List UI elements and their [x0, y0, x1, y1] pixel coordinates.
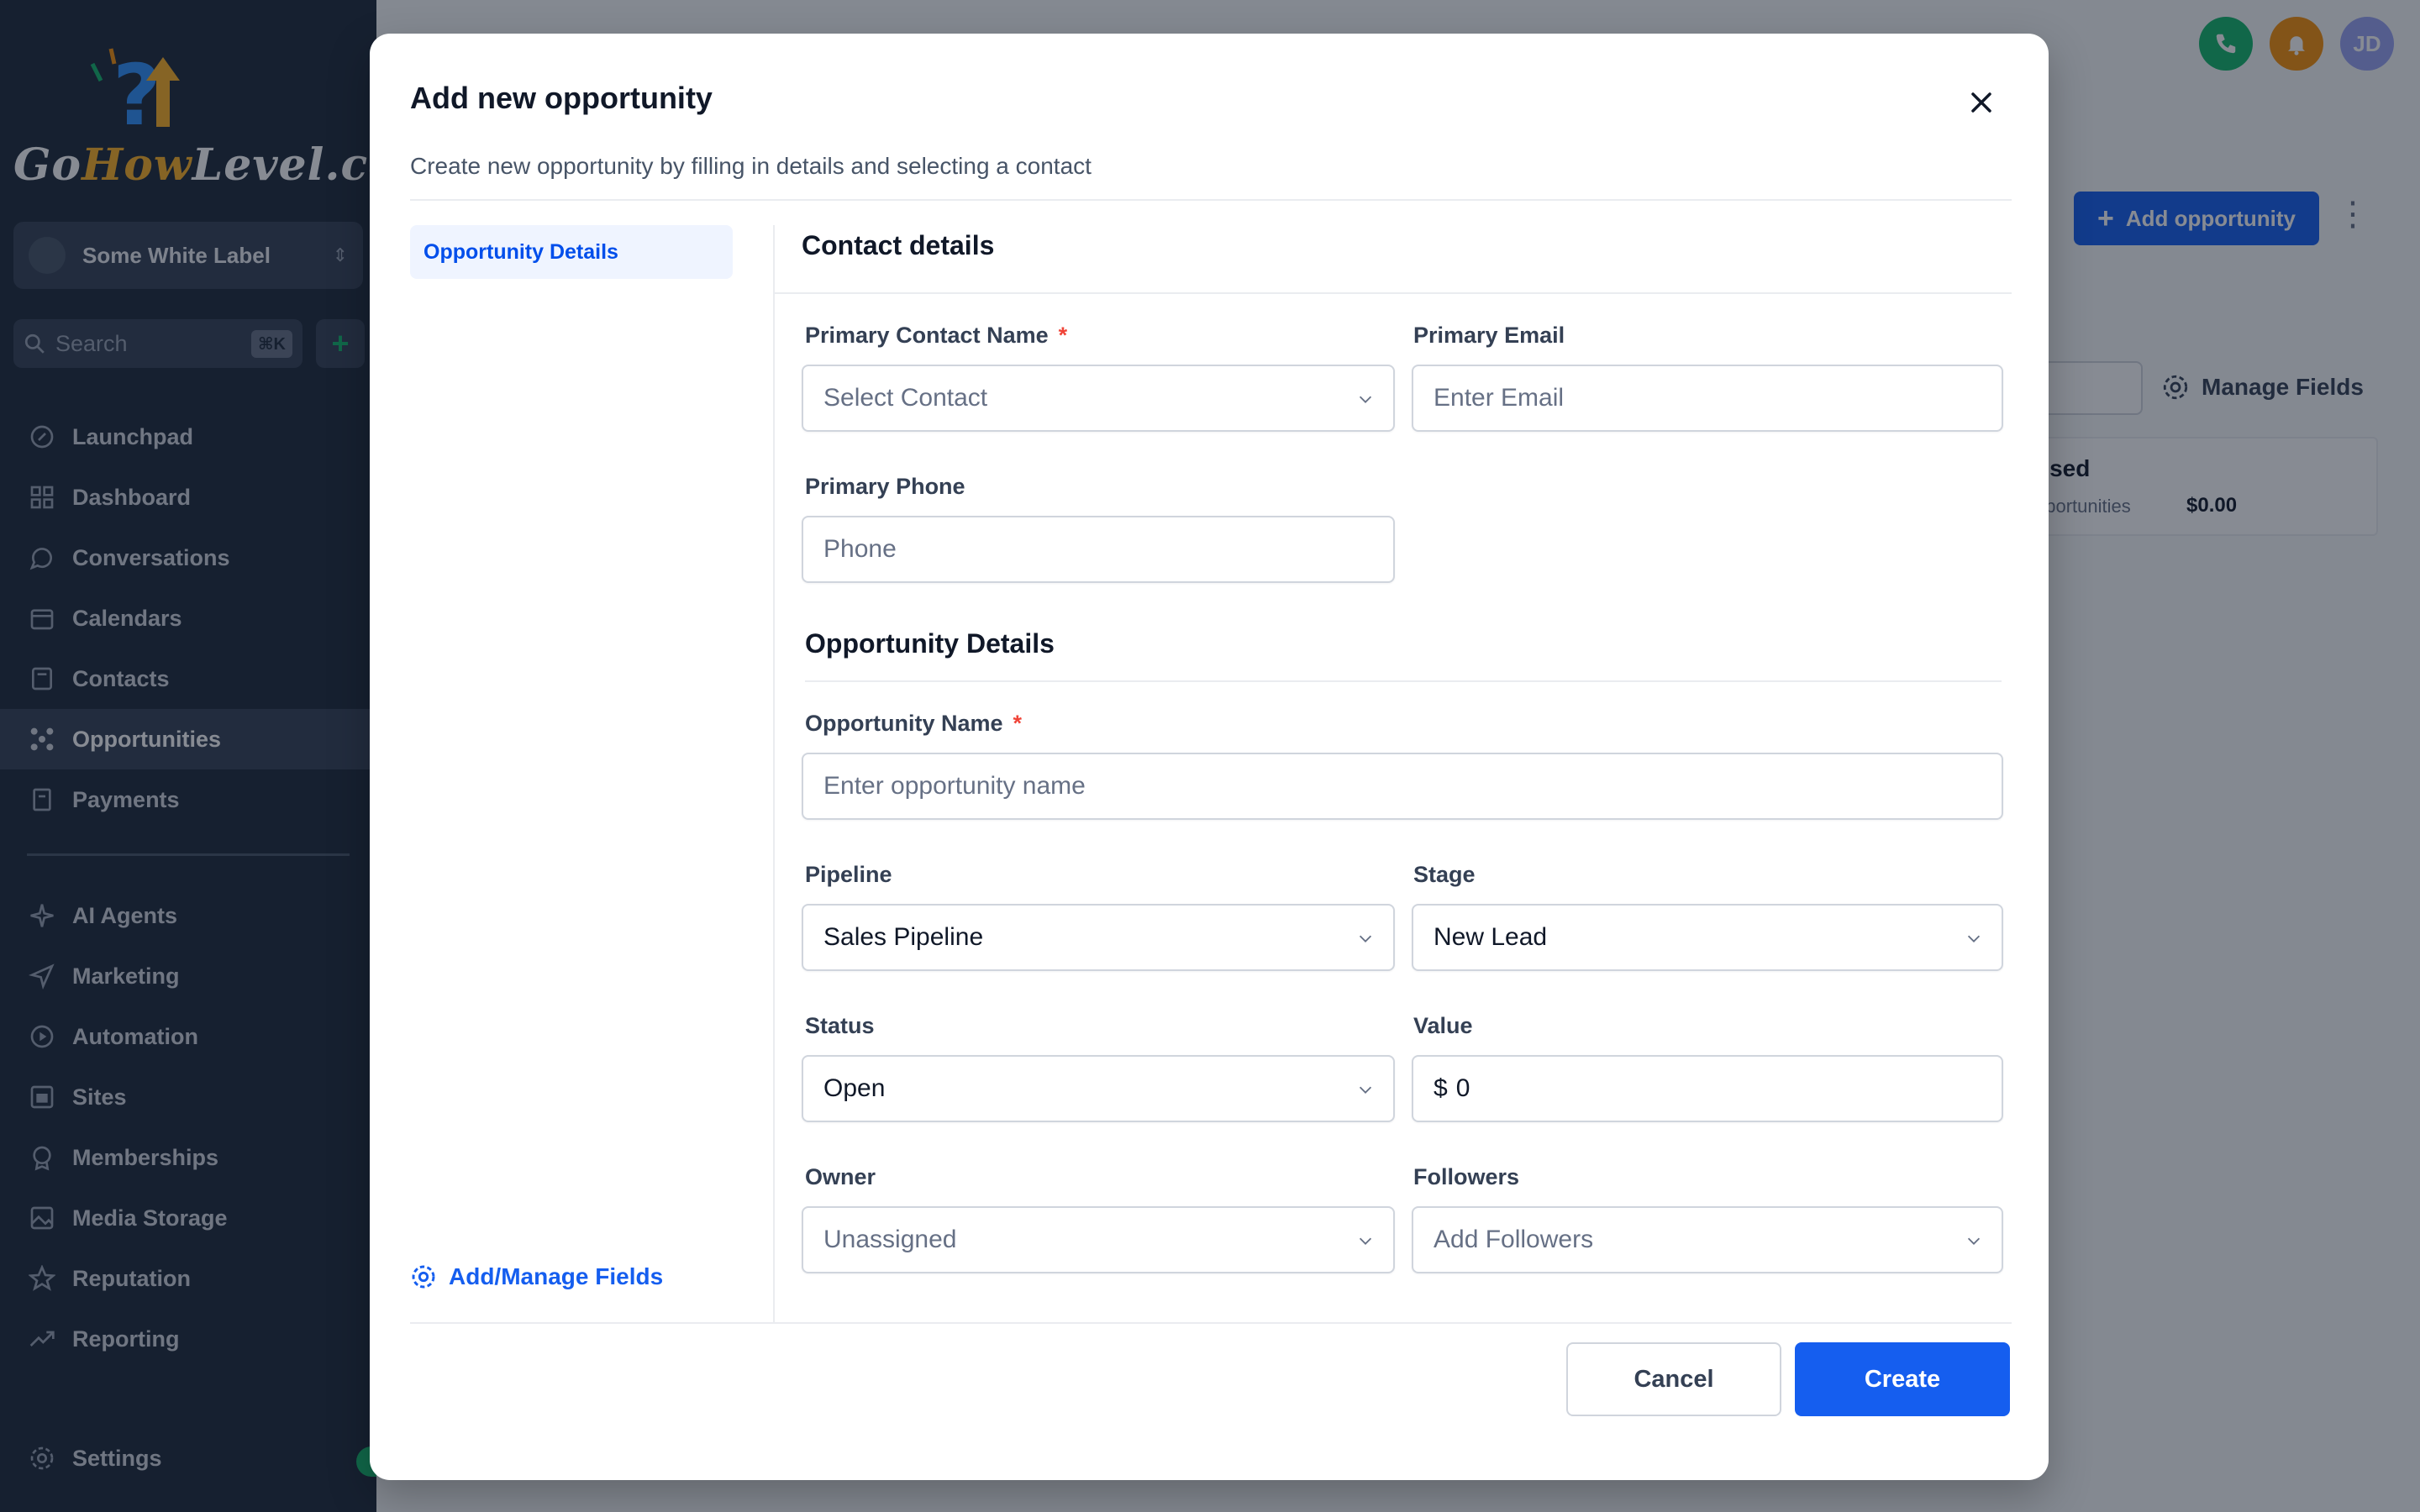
chevron-down-icon: [1359, 1237, 1372, 1245]
opportunity-name-label: Opportunity Name *: [805, 711, 1023, 736]
contact-details-heading: Contact details: [802, 230, 995, 260]
modal-divider: [410, 199, 2012, 201]
pipeline-label: Pipeline: [805, 862, 892, 887]
close-button[interactable]: [1956, 77, 2007, 128]
chevron-down-icon: [1359, 935, 1372, 942]
modal-subtitle: Create new opportunity by filling in det…: [410, 153, 1092, 179]
section-divider: [805, 680, 2002, 682]
primary-email-label: Primary Email: [1413, 323, 1565, 348]
gear-icon: [412, 1265, 435, 1289]
currency-prefix: $: [1434, 1074, 1448, 1102]
close-icon: [1971, 92, 1991, 113]
value-label: Value: [1413, 1013, 1473, 1038]
tab-opportunity-details[interactable]: Opportunity Details: [410, 225, 733, 279]
chevron-down-icon: [1359, 396, 1372, 403]
modal-vertical-divider: [773, 225, 775, 1322]
value-input[interactable]: $ 0: [1412, 1055, 2003, 1122]
required-mark: *: [1013, 711, 1023, 736]
add-opportunity-modal: Add new opportunity Create new opportuni…: [370, 34, 2049, 1480]
primary-phone-label: Primary Phone: [805, 474, 965, 499]
primary-phone-input[interactable]: Phone: [802, 516, 1395, 583]
modal-footer-divider: [410, 1322, 2012, 1324]
owner-label: Owner: [805, 1164, 876, 1189]
opportunity-details-heading: Opportunity Details: [805, 628, 1055, 659]
pipeline-select[interactable]: Sales Pipeline: [802, 904, 1395, 971]
add-manage-fields-button[interactable]: Add/Manage Fields: [410, 1263, 663, 1290]
required-mark: *: [1058, 323, 1068, 348]
primary-email-input[interactable]: Enter Email: [1412, 365, 2003, 432]
section-divider: [775, 292, 2012, 294]
chevron-down-icon: [1967, 935, 1981, 942]
followers-select[interactable]: Add Followers: [1412, 1206, 2003, 1273]
primary-contact-select[interactable]: Select Contact: [802, 365, 1395, 432]
chevron-down-icon: [1359, 1086, 1372, 1094]
followers-label: Followers: [1413, 1164, 1520, 1189]
modal-title: Add new opportunity: [410, 81, 713, 115]
modal-tabs: Opportunity Details: [410, 225, 733, 279]
cancel-button[interactable]: Cancel: [1566, 1342, 1781, 1416]
stage-label: Stage: [1413, 862, 1476, 887]
owner-select[interactable]: Unassigned: [802, 1206, 1395, 1273]
primary-contact-label: Primary Contact Name *: [805, 323, 1068, 348]
opportunity-name-input[interactable]: Enter opportunity name: [802, 753, 2003, 820]
status-label: Status: [805, 1013, 875, 1038]
chevron-down-icon: [1967, 1237, 1981, 1245]
stage-select[interactable]: New Lead: [1412, 904, 2003, 971]
status-select[interactable]: Open: [802, 1055, 1395, 1122]
create-button[interactable]: Create: [1795, 1342, 2010, 1416]
